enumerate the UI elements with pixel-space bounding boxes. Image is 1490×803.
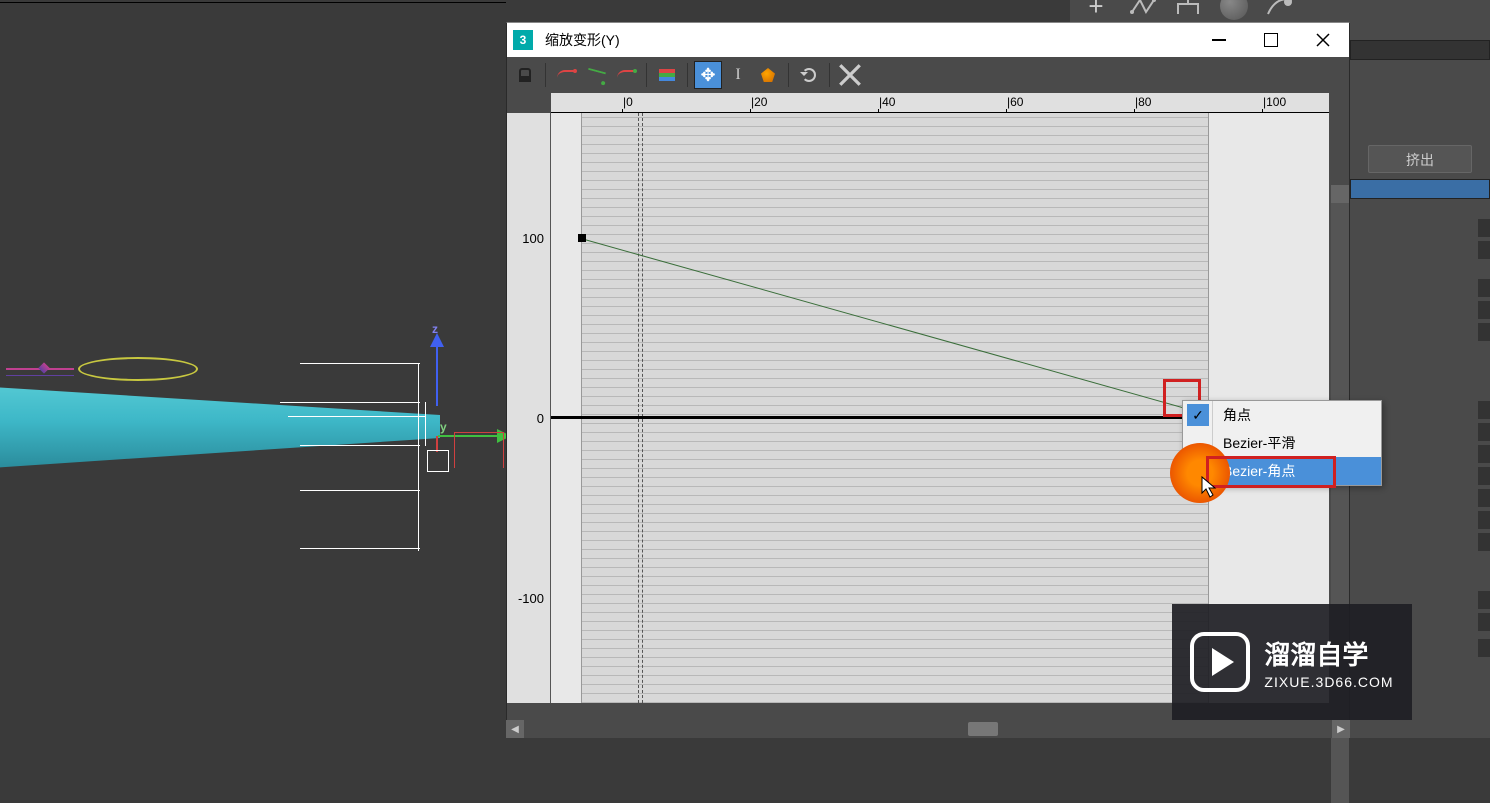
- cursor-icon: [1200, 475, 1220, 504]
- lock-icon[interactable]: [511, 61, 539, 89]
- panel-field-active[interactable]: [1350, 179, 1490, 199]
- delete-point-icon[interactable]: [795, 61, 823, 89]
- spinner-field[interactable]: [1350, 219, 1490, 237]
- x-tick: |40: [879, 95, 895, 109]
- gizmo-z-label: z: [432, 322, 438, 336]
- menu-item-label: Bezier-平滑: [1223, 433, 1295, 453]
- dialog-titlebar[interactable]: 3 缩放变形(Y): [507, 23, 1349, 57]
- y-tick: 0: [537, 411, 544, 426]
- x-tick: |20: [751, 95, 767, 109]
- wire-line: [300, 490, 420, 491]
- motion-icon[interactable]: [1262, 0, 1298, 24]
- close-button[interactable]: [1303, 26, 1343, 54]
- panel-field[interactable]: [1350, 40, 1490, 60]
- scale-tool-icon[interactable]: I: [724, 61, 752, 89]
- x-tick: |100: [1263, 95, 1286, 109]
- x-tick: |0: [623, 95, 633, 109]
- spinner-field[interactable]: [1350, 511, 1490, 529]
- x-ruler: |0 |20 |40 |60 |80 |100: [551, 93, 1329, 113]
- toolbar-separator: [788, 63, 789, 87]
- toolbar-separator: [646, 63, 647, 87]
- move-tool-icon[interactable]: ✥: [694, 61, 722, 89]
- dialog-title: 缩放变形(Y): [545, 30, 1187, 50]
- toolbar-separator: [545, 63, 546, 87]
- x-axis-icon[interactable]: [552, 61, 580, 89]
- wire-line: [418, 363, 419, 551]
- scroll-right-button[interactable]: ▶: [1332, 720, 1350, 738]
- y-ruler: 100 0 -100: [507, 113, 551, 703]
- horizontal-scrollbar[interactable]: ◀ ▶: [506, 720, 1350, 738]
- active-range: [581, 113, 1209, 703]
- play-logo-icon: [1190, 632, 1250, 692]
- wire-line: [288, 416, 426, 417]
- annotation-highlight-box: [1206, 456, 1336, 488]
- minimize-button[interactable]: [1199, 26, 1239, 54]
- create-icon[interactable]: [1078, 0, 1114, 24]
- scroll-thumb[interactable]: [968, 722, 998, 736]
- wire-line: [300, 445, 420, 446]
- gizmo-z-axis[interactable]: [436, 336, 438, 406]
- app-icon: 3: [513, 30, 533, 50]
- x-tick: |80: [1135, 95, 1151, 109]
- gizmo-y-label: y: [440, 420, 447, 434]
- scroll-track[interactable]: [524, 720, 1332, 738]
- menu-item-label: 角点: [1223, 405, 1251, 425]
- maximize-button[interactable]: [1251, 26, 1291, 54]
- scroll-up-button[interactable]: [1331, 185, 1349, 203]
- sphere-icon[interactable]: [1216, 0, 1252, 24]
- curve-point-start[interactable]: [578, 234, 586, 242]
- spinner-field[interactable]: [1350, 323, 1490, 341]
- toolbar-separator: [687, 63, 688, 87]
- y-axis-icon[interactable]: [582, 61, 610, 89]
- wire-line: [425, 402, 426, 446]
- wire-line: [300, 363, 420, 364]
- wire-line: [280, 402, 420, 403]
- menu-item-corner[interactable]: ✓ 角点: [1183, 401, 1381, 429]
- watermark-url: ZIXUE.3D66.COM: [1264, 674, 1393, 690]
- playhead-line[interactable]: [642, 113, 643, 703]
- watermark-title: 溜溜自学: [1264, 635, 1393, 672]
- gizmo-origin[interactable]: [427, 450, 449, 472]
- spinner-field[interactable]: [1350, 489, 1490, 507]
- insert-point-icon[interactable]: [754, 61, 782, 89]
- scroll-left-button[interactable]: ◀: [506, 720, 524, 738]
- x-tick: |60: [1007, 95, 1023, 109]
- checkmark-icon: ✓: [1187, 404, 1209, 426]
- watermark-logo: 溜溜自学 ZIXUE.3D66.COM: [1172, 604, 1412, 720]
- y-tick: -100: [518, 591, 544, 606]
- spinner-field[interactable]: [1350, 241, 1490, 259]
- link-icon[interactable]: [1124, 0, 1160, 24]
- xy-axis-icon[interactable]: [612, 61, 640, 89]
- wire-line: [300, 548, 420, 549]
- reset-curve-icon[interactable]: [836, 61, 864, 89]
- playhead-line[interactable]: [638, 113, 639, 703]
- top-toolbar-icons: [1078, 0, 1298, 24]
- loft-object[interactable]: [0, 370, 440, 470]
- hierarchy-icon[interactable]: [1170, 0, 1206, 24]
- spinner-field[interactable]: [1350, 533, 1490, 551]
- viewport-perspective[interactable]: z y: [0, 0, 506, 738]
- y-tick: 100: [522, 231, 544, 246]
- spinner-field[interactable]: [1350, 301, 1490, 319]
- dialog-toolbar: ✥ I: [507, 57, 1349, 93]
- toolbar-separator: [829, 63, 830, 87]
- spinner-field[interactable]: [1350, 279, 1490, 297]
- shape-section[interactable]: [454, 432, 504, 468]
- display-icon[interactable]: [653, 61, 681, 89]
- spline-ellipse[interactable]: [78, 357, 198, 381]
- extrude-button[interactable]: 挤出: [1368, 145, 1472, 173]
